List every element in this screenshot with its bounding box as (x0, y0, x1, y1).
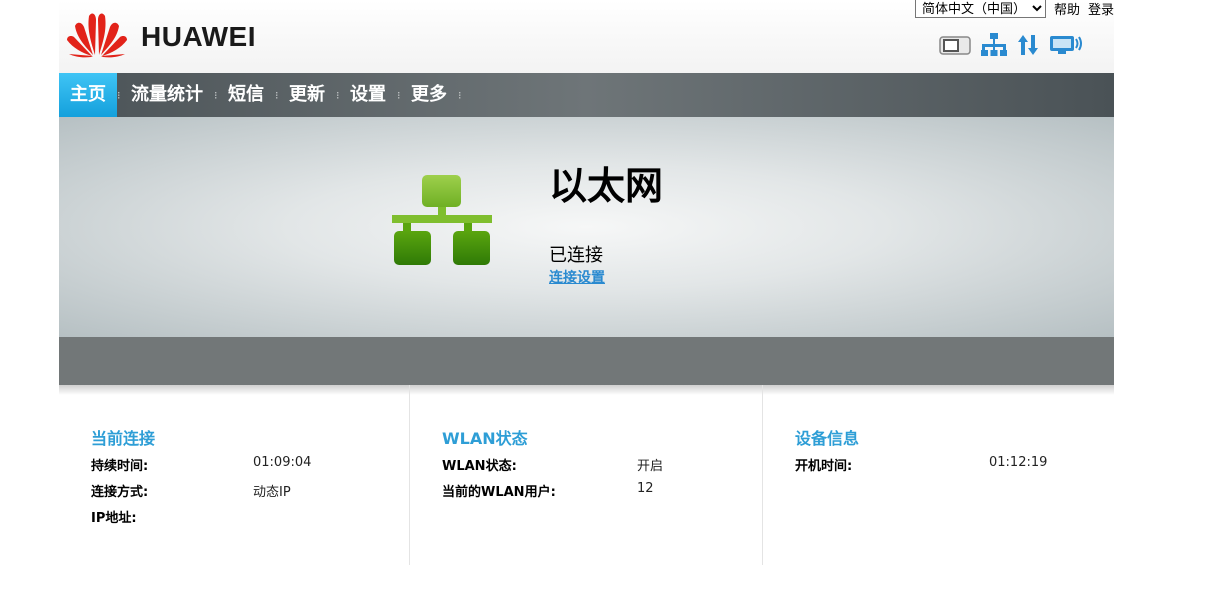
status-icons (939, 33, 1083, 61)
grey-band (59, 337, 1114, 385)
huawei-flower-icon (67, 13, 127, 58)
nav-traffic-stats[interactable]: 流量统计 (120, 73, 214, 117)
brand-name: HUAWEI (141, 21, 256, 52)
info-value: 开启 (637, 459, 664, 474)
info-label: 开机时间: (795, 459, 853, 474)
info-label: IP地址: (91, 511, 137, 526)
help-link[interactable]: 帮助 (1054, 0, 1080, 18)
device-info-panel: 设备信息 开机时间: 01:12:19 (763, 385, 1114, 565)
wifi-display-icon (1049, 34, 1083, 60)
connection-hero: 以太网 已连接 连接设置 (59, 117, 1114, 337)
data-transfer-icon (1017, 34, 1039, 60)
nav-update[interactable]: 更新 (278, 73, 336, 117)
info-label: 当前的WLAN用户: (442, 485, 556, 500)
info-value: 12 (637, 481, 654, 496)
connection-status: 已连接 (549, 245, 603, 266)
info-value: 01:12:19 (989, 455, 1048, 470)
connection-type-title: 以太网 (549, 164, 664, 208)
nav-settings[interactable]: 设置 (339, 73, 397, 117)
connection-settings-link[interactable]: 连接设置 (549, 267, 605, 287)
info-label: WLAN状态: (442, 459, 517, 474)
panel-title: WLAN状态 (442, 429, 528, 448)
panel-title: 当前连接 (91, 429, 156, 448)
huawei-logo: HUAWEI (65, 8, 265, 58)
wlan-status-panel: WLAN状态 WLAN状态: 开启 当前的WLAN用户: 12 (410, 385, 763, 565)
sim-card-icon (939, 34, 971, 60)
current-connection-panel: 当前连接 持续时间: 01:09:04 连接方式: 动态IP IP地址: (59, 385, 410, 565)
page: HUAWEI 简体中文（中国） 帮助 登录 主页 ⁝ 流量统计 ⁝ 短信 ⁝ 更… (59, 0, 1114, 591)
info-label: 连接方式: (91, 485, 149, 500)
nav-separator: ⁝ (458, 88, 462, 102)
ethernet-network-icon (390, 173, 494, 273)
nav-more[interactable]: 更多 (400, 73, 458, 117)
nav-home[interactable]: 主页 (59, 73, 117, 117)
info-value: 01:09:04 (253, 455, 312, 470)
language-select[interactable]: 简体中文（中国） (914, 0, 1046, 18)
login-link[interactable]: 登录 (1088, 0, 1114, 18)
nav-sms[interactable]: 短信 (217, 73, 275, 117)
top-bar: 简体中文（中国） 帮助 登录 (914, 0, 1114, 18)
main-nav: 主页 ⁝ 流量统计 ⁝ 短信 ⁝ 更新 ⁝ 设置 ⁝ 更多 ⁝ (59, 73, 1114, 117)
ethernet-icon (981, 33, 1007, 61)
info-value: 动态IP (253, 485, 291, 500)
info-label: 持续时间: (91, 459, 149, 474)
panel-title: 设备信息 (795, 429, 860, 448)
header: HUAWEI 简体中文（中国） 帮助 登录 (59, 0, 1114, 73)
